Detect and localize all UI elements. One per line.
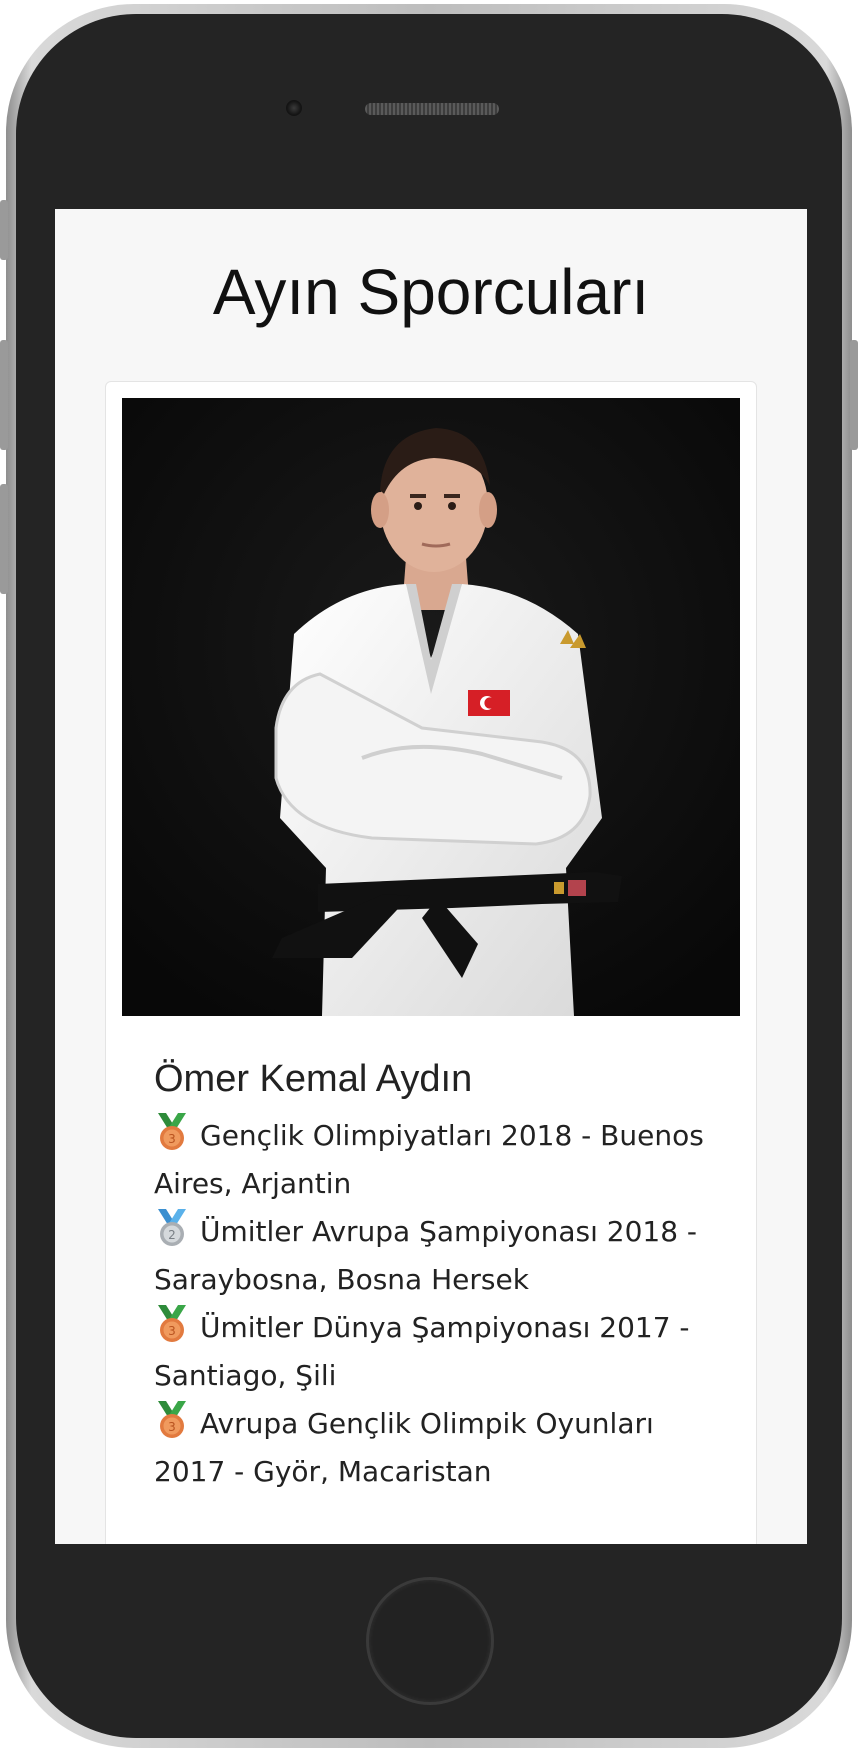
- svg-text:3: 3: [168, 1420, 176, 1434]
- list-item: 2 Ümitler Avrupa Şampiyonası 2018 - Sara…: [154, 1208, 724, 1304]
- achievement-text: Avrupa Gençlik Olimpik Oyunları 2017 - G…: [154, 1407, 654, 1488]
- front-camera-icon: [286, 100, 302, 116]
- athlete-photo: [122, 398, 740, 1016]
- bronze-medal-icon: 3: [158, 1305, 186, 1342]
- achievements-list: 3 Gençlik Olimpiyatları 2018 - Buenos Ai…: [154, 1112, 724, 1496]
- list-item: 3 Ümitler Dünya Şampiyonası 2017 - Santi…: [154, 1304, 724, 1400]
- judoka-portrait-icon: [122, 398, 740, 1016]
- achievement-text: Ümitler Dünya Şampiyonası 2017 - Santiag…: [154, 1311, 690, 1392]
- volume-up-button: [0, 340, 8, 450]
- phone-screen: Ayın Sporcuları Ömer Kemal Aydın 3 Gençl…: [55, 209, 807, 1544]
- svg-text:3: 3: [168, 1324, 176, 1338]
- athlete-name: Ömer Kemal Aydın: [154, 1058, 473, 1100]
- silver-medal-icon: 2: [158, 1209, 186, 1246]
- svg-text:3: 3: [168, 1132, 176, 1146]
- page-title: Ayın Sporcuları: [212, 256, 650, 328]
- power-button: [850, 340, 858, 450]
- mute-switch: [0, 200, 8, 260]
- bronze-medal-icon: 3: [158, 1401, 186, 1438]
- earpiece-speaker-icon: [365, 103, 499, 115]
- volume-down-button: [0, 484, 8, 594]
- svg-text:2: 2: [168, 1228, 176, 1242]
- achievement-text: Gençlik Olimpiyatları 2018 - Buenos Aire…: [154, 1119, 704, 1200]
- achievement-text: Ümitler Avrupa Şampiyonası 2018 - Sarayb…: [154, 1215, 698, 1296]
- home-button[interactable]: [366, 1577, 494, 1705]
- list-item: 3 Avrupa Gençlik Olimpik Oyunları 2017 -…: [154, 1400, 724, 1496]
- list-item: 3 Gençlik Olimpiyatları 2018 - Buenos Ai…: [154, 1112, 724, 1208]
- athlete-card: Ömer Kemal Aydın 3 Gençlik Olimpiyatları…: [105, 381, 757, 1544]
- bronze-medal-icon: 3: [158, 1113, 186, 1150]
